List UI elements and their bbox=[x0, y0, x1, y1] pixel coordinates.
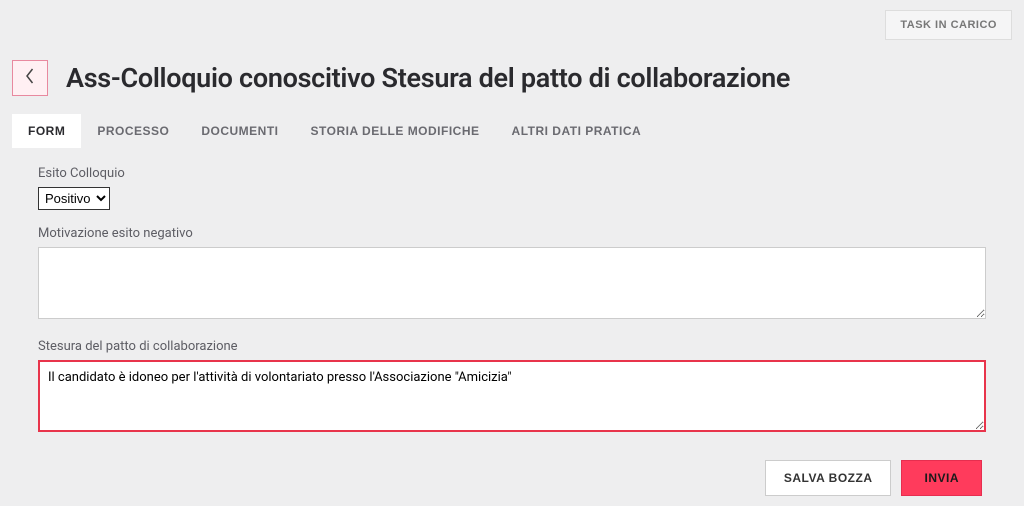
back-button[interactable] bbox=[12, 60, 48, 96]
salva-bozza-button[interactable]: SALVA BOZZA bbox=[765, 460, 892, 496]
tab-form[interactable]: FORM bbox=[12, 114, 81, 148]
invia-button[interactable]: INVIA bbox=[901, 460, 982, 496]
action-row: SALVA BOZZA INVIA bbox=[38, 460, 986, 496]
stesura-textarea[interactable] bbox=[38, 360, 986, 432]
motivazione-textarea[interactable] bbox=[38, 247, 986, 319]
chevron-left-icon bbox=[25, 68, 35, 88]
tab-storia[interactable]: STORIA DELLE MODIFICHE bbox=[295, 114, 496, 148]
top-bar: TASK IN CARICO bbox=[0, 0, 1024, 40]
esito-select[interactable]: Positivo bbox=[38, 187, 110, 210]
task-in-carico-button[interactable]: TASK IN CARICO bbox=[885, 10, 1012, 40]
esito-label: Esito Colloquio bbox=[38, 166, 986, 181]
form-area: Esito Colloquio Positivo Motivazione esi… bbox=[0, 148, 1024, 506]
tab-processo[interactable]: PROCESSO bbox=[81, 114, 185, 148]
page-title: Ass-Colloquio conoscitivo Stesura del pa… bbox=[66, 62, 790, 94]
stesura-label: Stesura del patto di collaborazione bbox=[38, 339, 986, 354]
tabs: FORM PROCESSO DOCUMENTI STORIA DELLE MOD… bbox=[0, 114, 1024, 148]
tab-altri-dati[interactable]: ALTRI DATI PRATICA bbox=[496, 114, 658, 148]
motivazione-label: Motivazione esito negativo bbox=[38, 226, 986, 241]
tab-documenti[interactable]: DOCUMENTI bbox=[185, 114, 294, 148]
header-row: Ass-Colloquio conoscitivo Stesura del pa… bbox=[0, 40, 1024, 114]
